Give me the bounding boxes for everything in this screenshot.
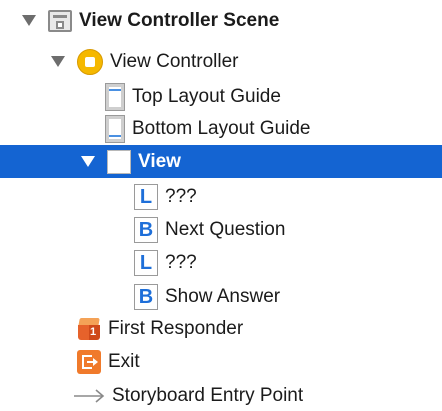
bottom-layout-guide-icon	[105, 114, 125, 143]
exit-icon	[77, 349, 101, 374]
entry-point-label: Storyboard Entry Point	[112, 384, 304, 406]
top-layout-guide-label: Top Layout Guide	[132, 85, 281, 107]
label-2-text: ???	[165, 251, 197, 273]
outline-row-scene[interactable]: View Controller Scene	[0, 4, 442, 37]
disclosure-triangle-icon[interactable]	[51, 56, 65, 67]
outline-row-entry-point[interactable]: Storyboard Entry Point	[0, 379, 442, 411]
label-1-text: ???	[165, 185, 197, 207]
storyboard-scene-icon	[48, 9, 72, 32]
outline-row-label-1[interactable]: L ???	[0, 180, 442, 213]
view-controller-icon	[77, 48, 103, 75]
label-icon: L	[134, 249, 158, 276]
view-controller-label: View Controller	[110, 50, 239, 72]
outline-row-bottom-layout-guide[interactable]: Bottom Layout Guide	[0, 112, 442, 145]
button-icon: B	[134, 283, 158, 310]
show-answer-button-text: Show Answer	[165, 285, 281, 307]
next-question-button-text: Next Question	[165, 218, 286, 240]
outline-row-top-layout-guide[interactable]: Top Layout Guide	[0, 80, 442, 113]
outline-row-show-answer-button[interactable]: B Show Answer	[0, 280, 442, 313]
document-outline: View Controller Scene View Controller To…	[0, 0, 442, 411]
label-icon: L	[134, 183, 158, 210]
outline-row-next-question-button[interactable]: B Next Question	[0, 213, 442, 246]
entry-point-arrow-icon	[72, 388, 106, 404]
view-icon	[107, 149, 131, 174]
scene-label: View Controller Scene	[79, 9, 280, 31]
outline-row-first-responder[interactable]: 1 First Responder	[0, 312, 442, 345]
view-label: View	[138, 150, 181, 172]
button-icon: B	[134, 216, 158, 243]
outline-row-view[interactable]: View	[0, 145, 442, 178]
outline-row-exit[interactable]: Exit	[0, 345, 442, 378]
top-layout-guide-icon	[105, 82, 125, 111]
exit-label: Exit	[108, 350, 140, 372]
disclosure-triangle-icon[interactable]	[22, 15, 36, 26]
bottom-layout-guide-label: Bottom Layout Guide	[132, 117, 311, 139]
disclosure-triangle-icon[interactable]	[81, 156, 95, 167]
outline-row-view-controller[interactable]: View Controller	[0, 45, 442, 78]
first-responder-label: First Responder	[108, 317, 244, 339]
outline-row-label-2[interactable]: L ???	[0, 246, 442, 279]
first-responder-icon: 1	[77, 317, 101, 341]
